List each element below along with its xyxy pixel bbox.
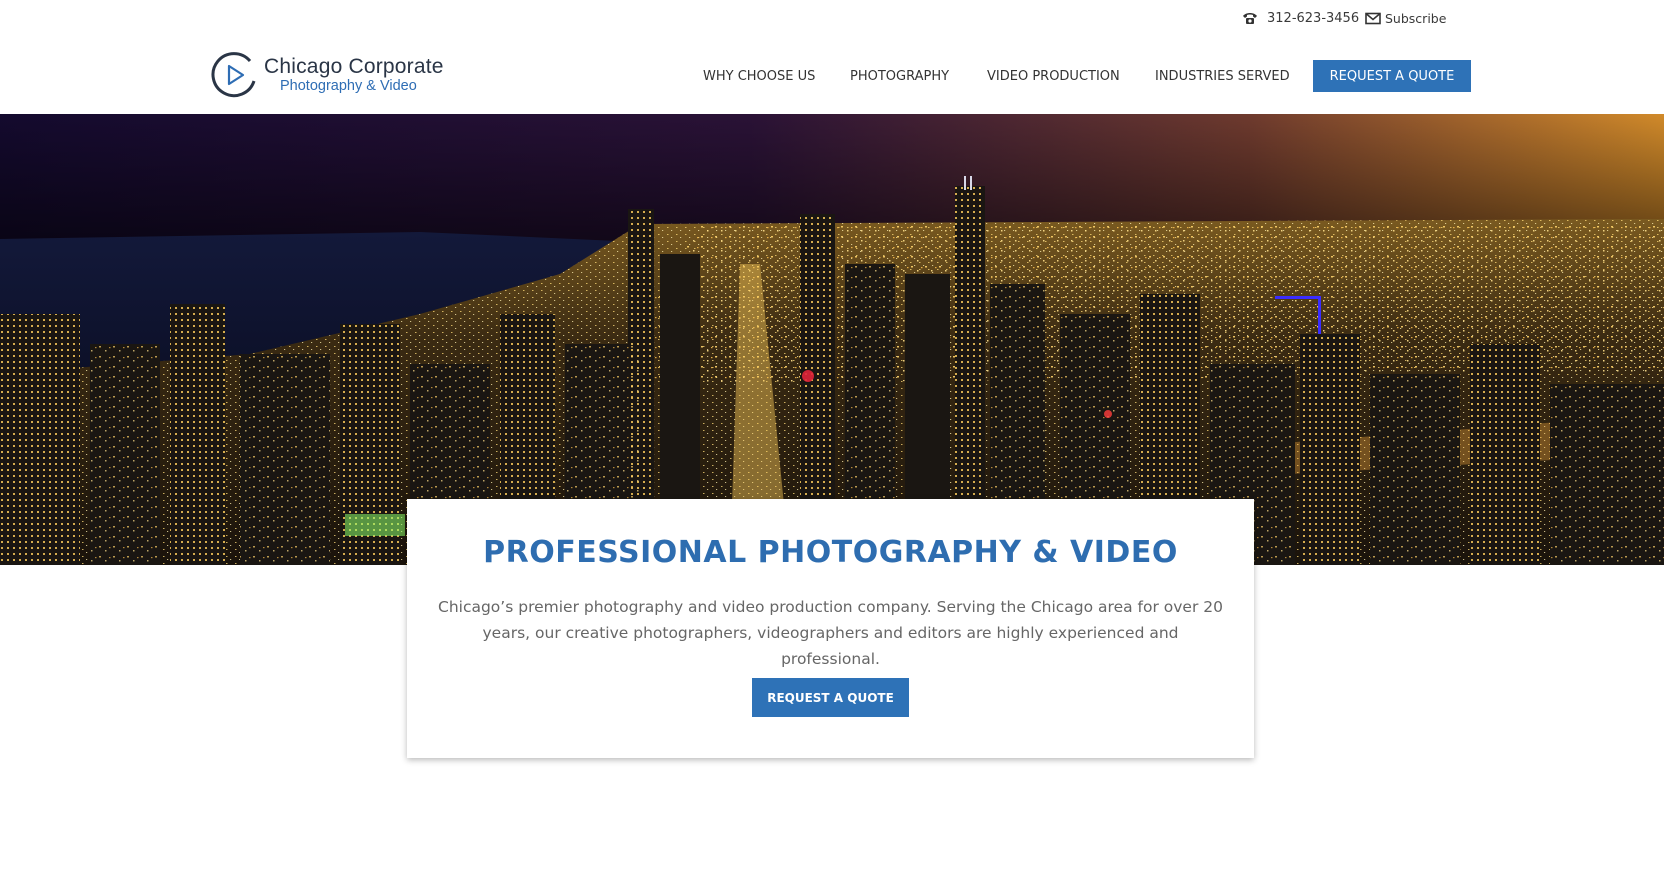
nav-industries-served[interactable]: INDUSTRIES SERVED xyxy=(1155,60,1290,92)
phone-link[interactable]: 312-623-3456 xyxy=(1242,8,1359,28)
nav-request-quote-button[interactable]: REQUEST A QUOTE xyxy=(1313,60,1471,92)
site-header: Chicago Corporate Photography & Video WH… xyxy=(0,36,1664,114)
top-utility-bar: 312-623-3456 Subscribe xyxy=(0,0,1664,36)
hero-banner xyxy=(0,114,1664,565)
subscribe-label: Subscribe xyxy=(1385,10,1447,26)
nav-video-production[interactable]: VIDEO PRODUCTION xyxy=(987,60,1120,92)
hero-skyline-image xyxy=(0,114,1664,565)
main-nav: WHY CHOOSE US PHOTOGRAPHY VIDEO PRODUCTI… xyxy=(0,60,1664,92)
hero-description: Chicago’s premier photography and video … xyxy=(438,598,1223,668)
mail-icon xyxy=(1365,12,1381,24)
nav-photography[interactable]: PHOTOGRAPHY xyxy=(850,60,949,92)
hero-title: PROFESSIONAL PHOTOGRAPHY & VIDEO xyxy=(483,535,1178,570)
intro-card: PROFESSIONAL PHOTOGRAPHY & VIDEO Chicago… xyxy=(407,499,1254,758)
phone-icon xyxy=(1243,13,1257,24)
phone-number: 312-623-3456 xyxy=(1267,10,1360,26)
hero-request-quote-button[interactable]: REQUEST A QUOTE xyxy=(752,678,909,717)
subscribe-link[interactable]: Subscribe xyxy=(1365,8,1446,28)
nav-why-choose-us[interactable]: WHY CHOOSE US xyxy=(703,60,815,92)
